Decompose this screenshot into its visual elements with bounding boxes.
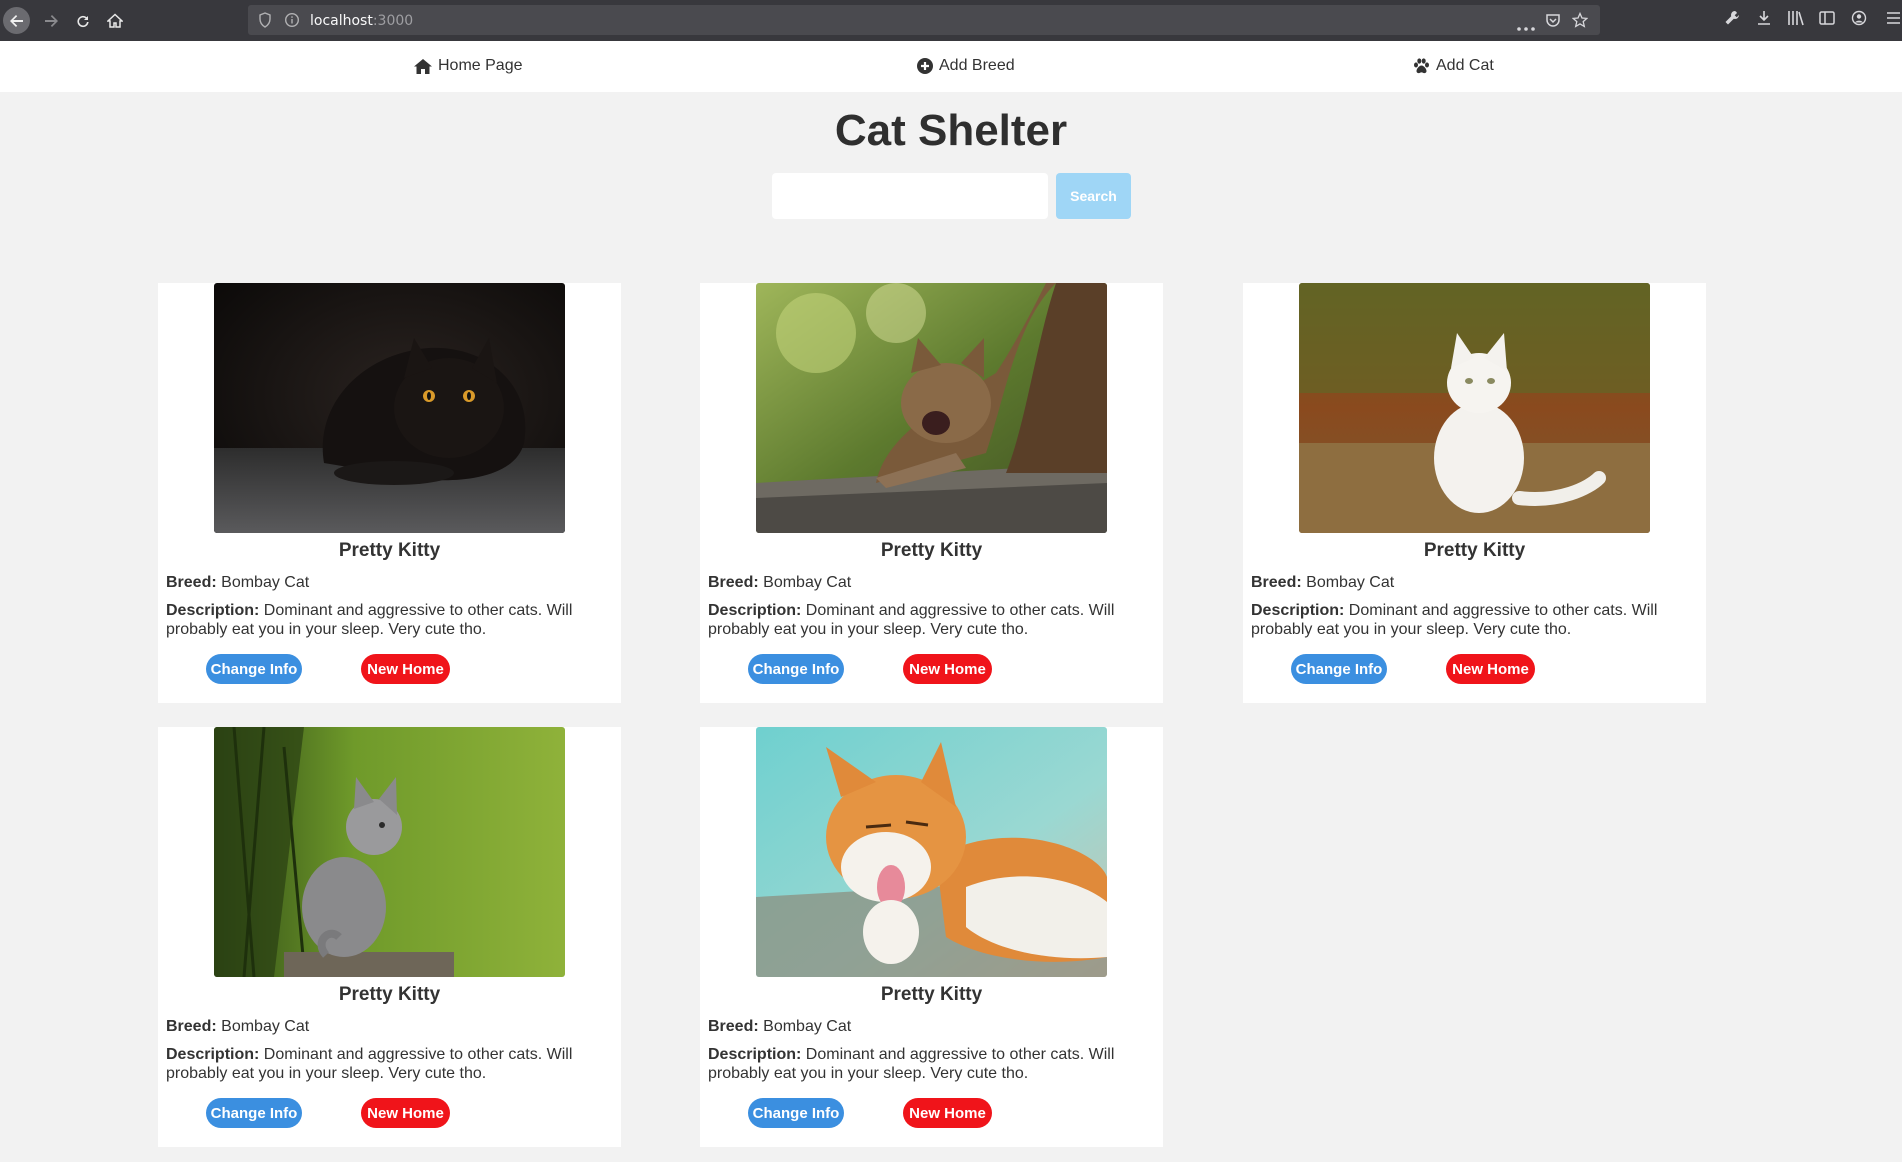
tabby-cat-stretching-photo <box>756 283 1107 533</box>
plus-circle-icon <box>917 58 933 74</box>
site-nav: Home Page Add Breed Add Cat <box>0 41 1902 92</box>
sidebar-icon[interactable] <box>1819 10 1835 31</box>
pocket-icon[interactable] <box>1545 12 1561 33</box>
cat-breed: Breed: Bombay Cat <box>166 574 309 592</box>
download-icon[interactable] <box>1756 10 1772 31</box>
description-label: Description: <box>708 1046 802 1063</box>
wrench-icon[interactable] <box>1724 10 1740 31</box>
breed-label: Breed: <box>1251 574 1302 591</box>
address-bar[interactable]: localhost:3000 <box>248 5 1600 35</box>
cat-breed: Breed: Bombay Cat <box>166 1018 309 1036</box>
forward-button[interactable] <box>37 7 64 34</box>
change-info-button[interactable]: Change Info <box>748 1098 844 1128</box>
new-home-button[interactable]: New Home <box>1446 654 1535 684</box>
breed-value: Bombay Cat <box>763 1018 852 1035</box>
search-input[interactable] <box>772 173 1048 219</box>
cat-name: Pretty Kitty <box>880 540 983 561</box>
orange-cat-licking-photo <box>756 727 1107 977</box>
description-label: Description: <box>708 602 802 619</box>
cat-description: Description: Dominant and aggressive to … <box>708 601 1128 639</box>
menu-icon[interactable] <box>1886 10 1900 31</box>
new-home-button[interactable]: New Home <box>361 654 450 684</box>
change-info-button[interactable]: Change Info <box>748 654 844 684</box>
grey-kitten-photo <box>214 727 565 977</box>
change-info-button[interactable]: Change Info <box>1291 654 1387 684</box>
cat-name: Pretty Kitty <box>880 984 983 1005</box>
cat-breed: Breed: Bombay Cat <box>708 1018 851 1036</box>
nav-home-link[interactable]: Home Page <box>414 57 523 75</box>
new-home-button[interactable]: New Home <box>903 1098 992 1128</box>
reload-button[interactable] <box>69 7 96 34</box>
home-button[interactable] <box>101 7 128 34</box>
cat-description: Description: Dominant and aggressive to … <box>1251 601 1671 639</box>
breed-label: Breed: <box>166 574 217 591</box>
arrow-left-icon <box>9 14 23 27</box>
breed-value: Bombay Cat <box>1306 574 1395 591</box>
black-cat-photo <box>214 283 565 533</box>
page-title: Cat Shelter <box>834 106 1068 155</box>
more-icon[interactable] <box>1517 18 1535 36</box>
cat-card: Pretty Kitty Breed: Bombay Cat Descripti… <box>158 727 621 1147</box>
nav-add-cat-link[interactable]: Add Cat <box>1413 57 1494 75</box>
cat-card: Pretty Kitty Breed: Bombay Cat Descripti… <box>700 727 1163 1147</box>
cat-card: Pretty Kitty Breed: Bombay Cat Descripti… <box>700 283 1163 703</box>
nav-add-cat-label: Add Cat <box>1436 57 1494 74</box>
star-icon[interactable] <box>1571 11 1589 33</box>
shield-icon <box>258 12 272 33</box>
cat-description: Description: Dominant and aggressive to … <box>708 1045 1128 1083</box>
cat-name: Pretty Kitty <box>338 984 441 1005</box>
url-text: localhost:3000 <box>310 13 414 29</box>
back-button[interactable] <box>3 7 30 34</box>
search-button[interactable]: Search <box>1056 173 1131 219</box>
white-cat-photo <box>1299 283 1650 533</box>
nav-home-label: Home Page <box>438 57 523 74</box>
breed-label: Breed: <box>166 1018 217 1035</box>
new-home-button[interactable]: New Home <box>361 1098 450 1128</box>
description-label: Description: <box>166 602 260 619</box>
cat-breed: Breed: Bombay Cat <box>1251 574 1394 592</box>
arrow-right-icon <box>44 14 58 27</box>
reload-icon <box>76 15 89 27</box>
cat-description: Description: Dominant and aggressive to … <box>166 1045 586 1083</box>
cat-description: Description: Dominant and aggressive to … <box>166 601 586 639</box>
paw-icon <box>1414 58 1429 74</box>
account-icon[interactable] <box>1851 10 1867 31</box>
browser-toolbar: localhost:3000 <box>0 0 1902 41</box>
cat-name: Pretty Kitty <box>338 540 441 561</box>
new-home-button[interactable]: New Home <box>903 654 992 684</box>
nav-add-breed-link[interactable]: Add Breed <box>917 57 1015 75</box>
home-icon <box>414 58 432 74</box>
breed-value: Bombay Cat <box>763 574 852 591</box>
change-info-button[interactable]: Change Info <box>206 1098 302 1128</box>
breed-label: Breed: <box>708 1018 759 1035</box>
cat-breed: Breed: Bombay Cat <box>708 574 851 592</box>
info-icon[interactable] <box>284 12 300 33</box>
breed-label: Breed: <box>708 574 759 591</box>
breed-value: Bombay Cat <box>221 574 310 591</box>
cat-card: Pretty Kitty Breed: Bombay Cat Descripti… <box>1243 283 1706 703</box>
home-icon <box>106 12 123 28</box>
change-info-button[interactable]: Change Info <box>206 654 302 684</box>
library-icon[interactable] <box>1787 10 1805 31</box>
description-label: Description: <box>166 1046 260 1063</box>
description-label: Description: <box>1251 602 1345 619</box>
nav-add-breed-label: Add Breed <box>939 57 1015 74</box>
breed-value: Bombay Cat <box>221 1018 310 1035</box>
cat-card: Pretty Kitty Breed: Bombay Cat Descripti… <box>158 283 621 703</box>
cat-name: Pretty Kitty <box>1423 540 1526 561</box>
